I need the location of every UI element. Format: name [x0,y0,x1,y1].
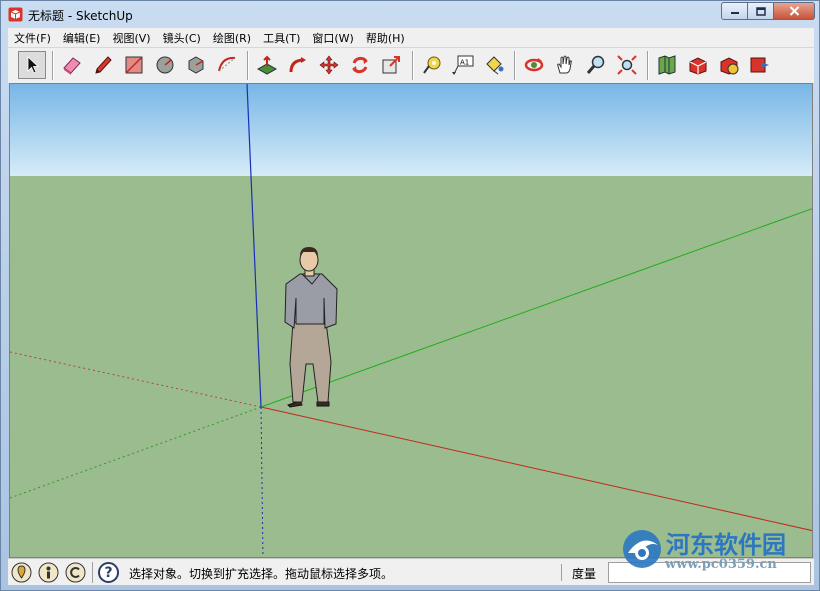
close-button[interactable] [773,2,815,20]
pencil-icon [95,56,112,74]
text-tool-label: A1 [460,59,469,67]
extension-warehouse-tool[interactable] [746,51,774,79]
geo-location-icon[interactable] [11,562,32,583]
menu-bar: 文件(F) 编辑(E) 视图(V) 镜头(C) 绘图(R) 工具(T) 窗口(W… [8,28,814,47]
toolbar-separator [514,51,516,80]
scene-canvas [10,84,812,557]
menu-window[interactable]: 窗口(W) [306,30,359,46]
window-title: 无标题 - SketchUp [28,9,133,23]
credits-icon[interactable] [38,562,59,583]
menu-tools[interactable]: 工具(T) [257,30,306,46]
paint-bucket-tool[interactable] [480,51,508,79]
rotate-icon [352,56,368,74]
rectangle-tool[interactable] [120,51,148,79]
push-pull-tool[interactable] [253,51,281,79]
magnifier-icon [586,55,605,74]
status-bar: ? 选择对象。切换到扩充选择。拖动鼠标选择多项。 度量 [8,558,814,585]
zoom-extents-tool[interactable] [613,51,641,79]
circle-tool[interactable] [151,51,179,79]
red-axis-negative [10,351,262,408]
menu-draw[interactable]: 绘图(R) [207,30,257,46]
geo-location-tool[interactable] [653,51,681,79]
arrow-cursor-icon [27,56,40,74]
tape-measure-tool[interactable] [418,51,446,79]
pan-tool[interactable] [551,51,579,79]
polygon-tool[interactable] [182,51,210,79]
green-axis-negative [10,406,262,499]
select-tool[interactable] [18,51,46,79]
rotate-tool[interactable] [346,51,374,79]
status-separator [92,562,93,583]
toolbar-separator [647,51,649,80]
polygon-icon [188,56,204,74]
main-toolbar: A1 [8,47,814,83]
blue-axis-negative [260,406,264,557]
push-pull-icon [256,55,278,75]
maximize-button[interactable] [747,2,773,20]
eraser-tool[interactable] [58,51,86,79]
toolbar-separator [52,51,54,80]
rectangle-icon [125,56,143,74]
scale-icon [382,56,400,74]
warehouse-icon [689,57,707,75]
caption-buttons [721,2,815,20]
blue-axis-positive [246,84,262,408]
move-tool[interactable] [315,51,343,79]
toolbar-separator [247,51,249,80]
menu-edit[interactable]: 编辑(E) [57,30,107,46]
zoom-extents-icon [617,55,637,75]
green-axis-positive [260,208,812,408]
scale-tool[interactable] [377,51,405,79]
arc-tool[interactable] [213,51,241,79]
move-arrows-icon [319,55,339,75]
red-axis-positive [260,406,812,532]
help-icon[interactable]: ? [98,562,119,583]
pencil-tool[interactable] [89,51,117,79]
tape-measure-icon [423,56,441,74]
orbit-icon [524,58,544,72]
sketchup-logo-icon [8,7,23,22]
text-label-icon: A1 [452,55,474,75]
share-model-icon [720,57,739,75]
minimize-button[interactable] [721,2,747,20]
toolbar-separator [412,51,414,80]
status-message: 选择对象。切换到扩充选择。拖动鼠标选择多项。 [129,567,394,581]
arc-icon [218,56,236,72]
text-tool[interactable]: A1 [449,51,477,79]
minimize-icon [730,12,739,14]
menu-file[interactable]: 文件(F) [8,30,57,46]
sketchup-window: 无标题 - SketchUp 文件(F) 编辑(E) 视图(V) 镜头(C) 绘… [0,0,820,591]
menu-view[interactable]: 视图(V) [106,30,156,46]
help-glyph: ? [104,564,113,581]
menu-help[interactable]: 帮助(H) [360,30,411,46]
follow-me-tool[interactable] [284,51,312,79]
share-model-tool[interactable] [715,51,743,79]
close-icon [789,6,799,16]
maximize-icon [755,6,766,16]
paint-bucket-icon [486,56,504,75]
extension-icon [750,57,769,73]
hand-icon [557,55,572,74]
measurements-label: 度量 [572,567,597,581]
measurements-input[interactable] [608,562,811,583]
menu-camera[interactable]: 镜头(C) [157,30,207,46]
title-bar[interactable]: 无标题 - SketchUp [1,1,819,28]
follow-me-icon [289,57,306,73]
3d-warehouse-tool[interactable] [684,51,712,79]
zoom-tool[interactable] [582,51,610,79]
eraser-icon [63,57,81,75]
status-separator [561,564,562,581]
model-viewport[interactable] [9,83,813,558]
circle-icon [156,56,174,74]
scale-figure-person[interactable] [284,247,338,408]
copyright-icon[interactable] [65,562,86,583]
map-icon [658,55,676,75]
orbit-tool[interactable] [520,51,548,79]
